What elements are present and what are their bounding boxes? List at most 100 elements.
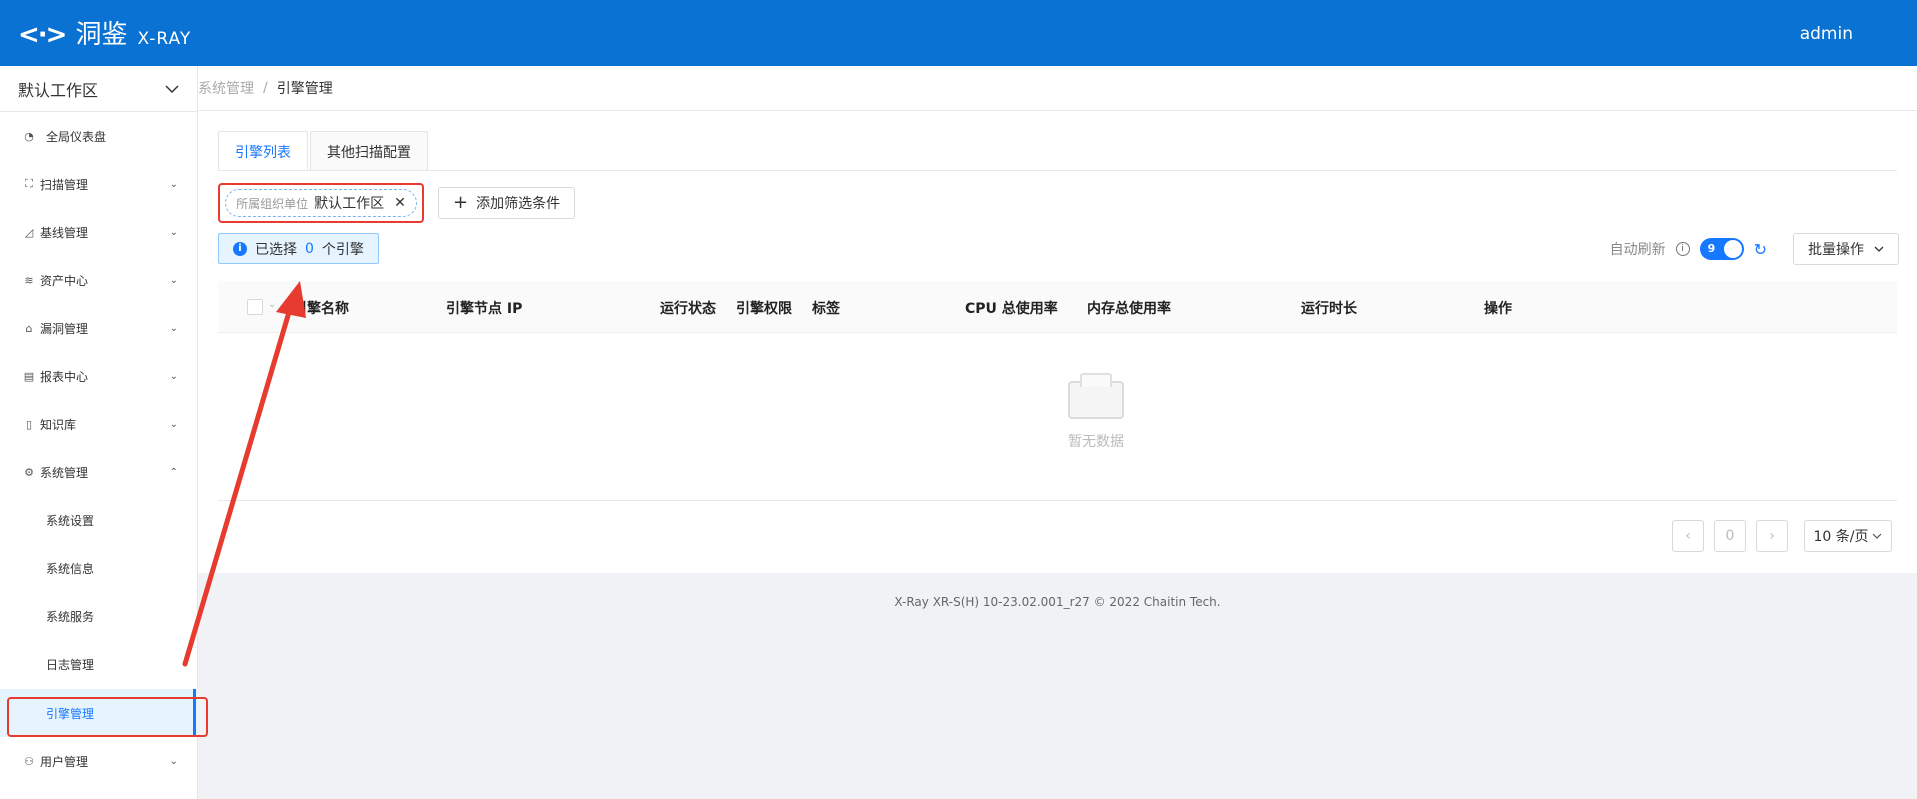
toggle-knob <box>1723 240 1742 258</box>
sidebar-item-system-settings[interactable]: 系统设置 <box>0 496 198 544</box>
logo[interactable]: <·> 洞鉴 X-RAY <box>18 14 191 56</box>
chevron-down-icon: ⌄ <box>169 755 178 767</box>
column-header[interactable]: 运行时长 <box>1301 298 1357 318</box>
batch-actions-label: 批量操作 <box>1808 242 1864 258</box>
sidebar-item-system[interactable]: ⚙ 系统管理 ⌃ <box>0 448 198 496</box>
sidebar-item-dashboard[interactable]: ◔ 全局仪表盘 <box>0 112 198 160</box>
sidebar-item-reports[interactable]: ▤ 报表中心 ⌄ <box>0 352 198 400</box>
chevron-down-icon[interactable]: ⌄ <box>268 299 276 310</box>
column-header[interactable]: 标签 <box>812 298 840 318</box>
table-tools: 自动刷新 i 9 ↻ 批量操作 <box>1610 233 1899 265</box>
sidebar-item-label: 日志管理 <box>46 657 95 672</box>
annotation-highlight-menu <box>7 697 208 737</box>
sidebar-item-label: 系统服务 <box>46 609 95 624</box>
pagination: ‹ 0 › 10 条/页 <box>1672 520 1892 552</box>
toggle-value: 9 <box>1707 242 1716 255</box>
next-page-button[interactable]: › <box>1756 520 1788 552</box>
add-filter-button[interactable]: + 添加筛选条件 <box>438 187 576 219</box>
select-all-checkbox[interactable] <box>247 299 263 315</box>
gear-icon: ⚙ <box>24 465 34 479</box>
table-header: ⌄ 引擎名称 引擎节点 IP 运行状态 引擎权限 标签 CPU 总使用率 内存总… <box>218 281 1897 333</box>
sidebar-item-label: 系统设置 <box>46 513 95 528</box>
help-icon[interactable]: i <box>1675 242 1690 256</box>
top-bar: <·> 洞鉴 X-RAY admin <box>0 0 1917 66</box>
sidebar-item-label: 扫描管理 <box>40 177 89 192</box>
sidebar-item-label: 基线管理 <box>40 225 89 240</box>
breadcrumb-parent[interactable]: 系统管理 <box>198 78 254 98</box>
batch-actions-dropdown[interactable]: 批量操作 <box>1793 233 1899 265</box>
column-header[interactable]: 内存总使用率 <box>1087 298 1171 318</box>
add-filter-label: 添加筛选条件 <box>476 196 561 212</box>
footer-copyright: X-Ray XR-S(H) 10-23.02.001_r27 © 2022 Ch… <box>894 595 1221 609</box>
auto-refresh-toggle[interactable]: 9 <box>1699 238 1744 260</box>
chevron-down-icon <box>1874 246 1884 252</box>
column-header[interactable]: 引擎权限 <box>736 298 792 318</box>
empty-inbox-icon <box>1068 373 1124 419</box>
sidebar-item-label: 系统管理 <box>40 465 89 480</box>
sidebar-item-knowledge[interactable]: ▯ 知识库 ⌄ <box>0 400 198 448</box>
chevron-down-icon: ⌄ <box>169 322 178 334</box>
selection-prefix: 已选择 <box>255 241 297 258</box>
chevron-up-icon: ⌃ <box>169 466 178 478</box>
chevron-down-icon: ⌄ <box>169 418 178 430</box>
workspace-selector[interactable]: 默认工作区 <box>0 66 197 112</box>
tab-divider <box>218 170 1897 171</box>
chevron-down-icon: ⌄ <box>169 370 178 382</box>
refresh-icon[interactable]: ↻ <box>1754 240 1767 259</box>
dashboard-icon: ◔ <box>24 129 34 143</box>
sidebar-item-users[interactable]: ⚇ 用户管理 ⌄ <box>0 737 198 785</box>
plus-icon: + <box>453 192 469 213</box>
sidebar-item-baseline[interactable]: ◿ 基线管理 ⌄ <box>0 208 198 256</box>
table-divider <box>218 500 1897 501</box>
sidebar-item-assets[interactable]: ≋ 资产中心 ⌄ <box>0 256 198 304</box>
sidebar-item-system-services[interactable]: 系统服务 <box>0 592 198 640</box>
layers-icon: ≋ <box>24 273 34 287</box>
scan-icon: ⛶ <box>25 177 33 190</box>
info-icon: i <box>233 241 247 256</box>
tab-engine-list[interactable]: 引擎列表 <box>218 131 308 171</box>
sidebar-item-label: 报表中心 <box>40 369 89 384</box>
column-header[interactable]: 引擎节点 IP <box>446 298 522 318</box>
sidebar-item-label: 知识库 <box>40 417 77 432</box>
filter-chip[interactable]: 所属组织单位 默认工作区 ✕ <box>225 189 417 217</box>
bug-icon: ⌂ <box>25 321 33 335</box>
sidebar-item-vulns[interactable]: ⌂ 漏洞管理 ⌄ <box>0 304 198 352</box>
filter-value: 默认工作区 <box>314 196 385 212</box>
sidebar-item-logs[interactable]: 日志管理 <box>0 640 198 688</box>
sidebar-item-label: 用户管理 <box>40 754 89 769</box>
logo-title: 洞鉴 <box>75 20 128 50</box>
breadcrumb: 系统管理 / 引擎管理 <box>198 66 1917 111</box>
column-header: 操作 <box>1484 301 1512 317</box>
logo-subtitle: X-RAY <box>137 29 192 49</box>
column-header[interactable]: 运行状态 <box>660 298 716 318</box>
filter-chip-highlight: 所属组织单位 默认工作区 ✕ <box>218 183 424 223</box>
user-menu[interactable]: admin <box>1800 24 1853 44</box>
sidebar-item-system-info[interactable]: 系统信息 <box>0 544 198 592</box>
workspace-name: 默认工作区 <box>18 80 99 100</box>
tab-bar: 引擎列表 其他扫描配置 <box>218 131 428 171</box>
filter-key: 所属组织单位 <box>236 196 309 211</box>
chevron-down-icon: ⌄ <box>169 226 178 238</box>
page-number[interactable]: 0 <box>1714 520 1746 552</box>
sidebar-item-scan[interactable]: ⛶ 扫描管理 ⌄ <box>0 160 198 208</box>
column-header[interactable]: 引擎名称 <box>293 298 349 318</box>
breadcrumb-current: 引擎管理 <box>276 81 333 97</box>
column-header[interactable]: CPU 总使用率 <box>965 298 1058 318</box>
selection-info: i 已选择 0 个引擎 <box>218 233 379 264</box>
baseline-icon: ◿ <box>24 225 34 239</box>
page-size-select[interactable]: 10 条/页 <box>1804 520 1892 552</box>
prev-page-button[interactable]: ‹ <box>1672 520 1704 552</box>
main-panel: 引擎列表 其他扫描配置 所属组织单位 默认工作区 ✕ + 添加筛选条件 i 已选… <box>198 111 1917 573</box>
breadcrumb-separator: / <box>263 80 268 96</box>
page-size-label: 10 条/页 <box>1813 529 1869 545</box>
sidebar-item-label: 资产中心 <box>40 273 89 288</box>
report-icon: ▤ <box>23 369 35 383</box>
close-icon[interactable]: ✕ <box>394 195 406 211</box>
logo-icon: <·> <box>18 20 67 50</box>
sidebar-item-label: 全局仪表盘 <box>46 129 107 144</box>
tab-other-scan-config[interactable]: 其他扫描配置 <box>310 131 428 171</box>
chevron-down-icon: ⌄ <box>169 178 178 190</box>
empty-text: 暂无数据 <box>1068 434 1124 450</box>
empty-state: 暂无数据 <box>1036 373 1156 451</box>
chevron-down-icon: ⌄ <box>169 274 178 286</box>
